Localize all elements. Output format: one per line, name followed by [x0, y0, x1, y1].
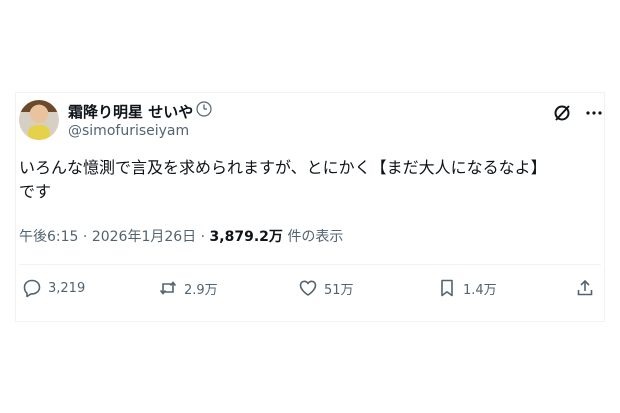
tweet-meta: 午後6:15 · 2026年1月26日 · 3,879.2万 件の表示 — [19, 226, 343, 246]
views-label: 件の表示 — [282, 229, 344, 245]
views-count: 3,879.2万 — [209, 229, 283, 245]
meta-separator: · — [196, 229, 210, 245]
avatar[interactable] — [19, 100, 59, 140]
repost-button[interactable]: 2.9万 — [158, 277, 218, 299]
more-icon[interactable] — [584, 103, 604, 123]
reply-button[interactable]: 3,219 — [22, 277, 85, 299]
bookmark-icon — [441, 279, 453, 297]
tweet-time[interactable]: 午後6:15 — [19, 229, 78, 245]
like-button[interactable]: 51万 — [298, 277, 354, 299]
share-button[interactable] — [575, 277, 601, 299]
meta-separator: · — [78, 229, 92, 245]
author-display-name[interactable]: 霜降り明星 せいや — [68, 101, 193, 122]
clock-icon — [196, 101, 212, 117]
grok-icon[interactable] — [552, 103, 572, 123]
bookmark-count: 1.4万 — [463, 282, 497, 298]
divider — [19, 264, 601, 265]
repost-count: 2.9万 — [184, 282, 218, 298]
bookmark-button[interactable]: 1.4万 — [437, 277, 497, 299]
share-icon — [577, 279, 593, 296]
repost-icon — [159, 281, 177, 295]
tweet-date[interactable]: 2026年1月26日 — [92, 229, 196, 245]
like-icon — [299, 280, 317, 296]
reply-icon — [23, 279, 41, 298]
action-bar: 3,219 2.9万 51万 1.4万 — [22, 277, 602, 299]
tweet-card: 霜降り明星 せいや @simofuriseiyam いろんな憶測で言及を求められ… — [15, 92, 605, 322]
like-count: 51万 — [324, 282, 354, 298]
tweet-text: いろんな憶測で言及を求められますが、とにかく【まだ大人になるなよ】 です — [19, 158, 547, 201]
author-handle[interactable]: @simofuriseiyam — [68, 123, 189, 139]
reply-count: 3,219 — [48, 280, 86, 296]
